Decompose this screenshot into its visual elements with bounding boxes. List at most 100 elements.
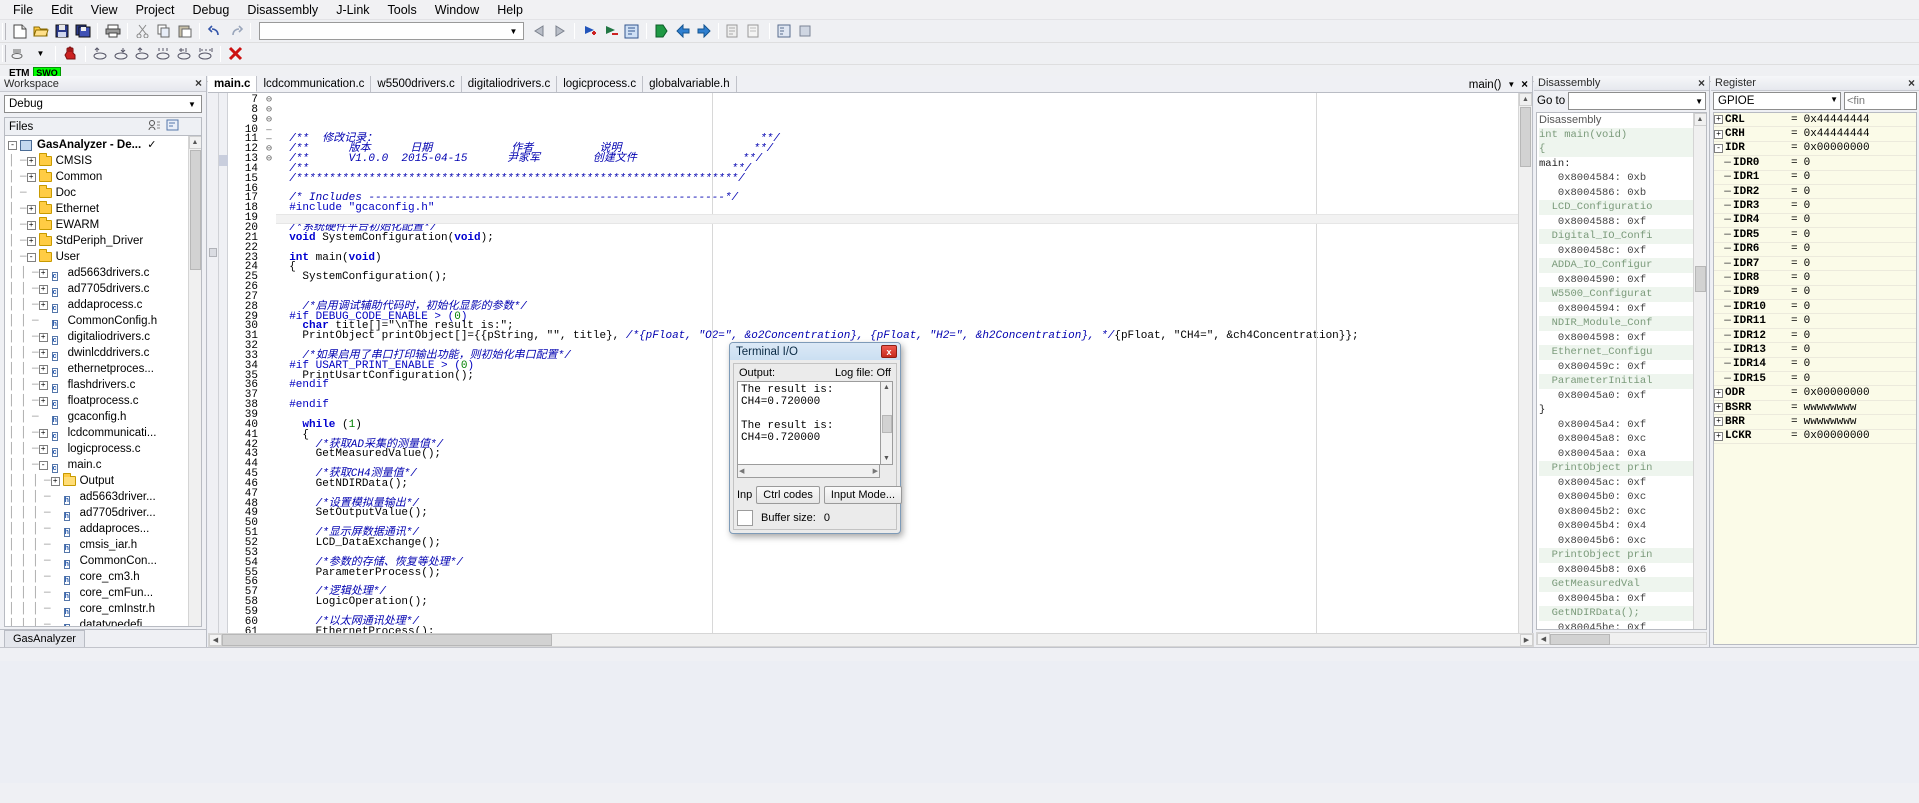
- scroll-up-icon[interactable]: ▲: [1693, 113, 1706, 126]
- save-all-icon[interactable]: [72, 21, 93, 41]
- menu-item-project[interactable]: Project: [127, 1, 184, 19]
- register-value[interactable]: 0: [1804, 243, 1811, 255]
- disassembly-row[interactable]: 0x80045a0: 0xf: [1539, 389, 1693, 404]
- save-icon[interactable]: [51, 21, 72, 41]
- scrollbar-thumb[interactable]: [1520, 107, 1531, 167]
- tree-collapse-icon[interactable]: -: [38, 460, 48, 470]
- bookmark-clear-icon[interactable]: [600, 21, 621, 41]
- go-forward-icon[interactable]: [693, 21, 714, 41]
- editor-tab-main-c[interactable]: main.c: [208, 76, 258, 92]
- tree-item[interactable]: │ │ │ — h ad7705driver...: [6, 505, 188, 521]
- project-tree[interactable]: - GasAnalyzer - De... ✓ │ — + CMSIS │ — + Comm…: [5, 136, 188, 626]
- editor-horizontal-scrollbar[interactable]: ◀ ▶: [208, 633, 1534, 647]
- reset-icon[interactable]: [9, 44, 30, 64]
- scroll-up-icon[interactable]: ▲: [1519, 93, 1532, 106]
- stop-hand-icon[interactable]: [60, 44, 81, 64]
- disassembly-vertical-scrollbar[interactable]: ▲: [1693, 113, 1706, 629]
- scroll-up-icon[interactable]: ▲: [881, 382, 892, 393]
- disassembly-row[interactable]: 0x80045aa: 0xa: [1539, 447, 1693, 462]
- tree-item[interactable]: │ │ — + c digitaliodrivers.c: [6, 329, 188, 345]
- build-column-icon[interactable]: [166, 119, 179, 134]
- tree-expand-icon[interactable]: +: [1714, 129, 1723, 139]
- disassembly-row[interactable]: 0x80045a8: 0xc: [1539, 432, 1693, 447]
- find-next-icon[interactable]: [549, 21, 570, 41]
- disassembly-row[interactable]: ParameterInitial: [1539, 374, 1693, 389]
- tree-item[interactable]: │ — + StdPeriph_Driver: [6, 233, 188, 249]
- chevron-down-icon[interactable]: ▼: [30, 44, 51, 64]
- open-folder-icon[interactable]: [30, 21, 51, 41]
- toolbar-grip[interactable]: [2, 45, 6, 62]
- disassembly-row[interactable]: W5500_Configurat: [1539, 287, 1693, 302]
- terminal-output-vscrollbar[interactable]: ▲ ▼: [880, 381, 893, 465]
- register-row[interactable]: — IDR15 = 0: [1714, 372, 1916, 387]
- menu-item-view[interactable]: View: [82, 1, 127, 19]
- menu-item-disassembly[interactable]: Disassembly: [238, 1, 327, 19]
- tree-item[interactable]: │ │ │ — h CommonCon...: [6, 553, 188, 569]
- editor-tab-w5500drivers-c[interactable]: w5500drivers.c: [371, 76, 462, 92]
- disassembly-row[interactable]: 0x80045b8: 0x6: [1539, 563, 1693, 578]
- register-value[interactable]: 0: [1804, 315, 1811, 327]
- terminal-input-field[interactable]: [737, 510, 753, 526]
- tree-item[interactable]: │ │ │ — hdatatypedefi...: [6, 617, 188, 626]
- editor-tab-logicprocess-c[interactable]: logicprocess.c: [557, 76, 644, 92]
- menu-item-file[interactable]: File: [4, 1, 42, 19]
- disassembly-row[interactable]: NDIR_Module_Conf: [1539, 316, 1693, 331]
- menu-item-window[interactable]: Window: [426, 1, 488, 19]
- input-mode-button[interactable]: Input Mode...: [823, 486, 903, 504]
- disassembly-row[interactable]: 0x80045b2: 0xc: [1539, 505, 1693, 520]
- tree-item[interactable]: │ — + Common: [6, 169, 188, 185]
- disassembly-row[interactable]: 0x800458c: 0xf: [1539, 244, 1693, 259]
- terminal-output-hscrollbar[interactable]: ◀ ▶: [737, 465, 880, 478]
- scrollbar-thumb[interactable]: [189, 150, 201, 270]
- disassembly-row[interactable]: PrintObject prin: [1539, 461, 1693, 476]
- disassembly-row[interactable]: 0x8004584: 0xb: [1539, 171, 1693, 186]
- register-row[interactable]: — IDR9 = 0: [1714, 286, 1916, 301]
- tree-item[interactable]: │ — - User: [6, 249, 188, 265]
- copy-icon[interactable]: [153, 21, 174, 41]
- register-row[interactable]: — IDR3 = 0: [1714, 199, 1916, 214]
- close-icon[interactable]: ×: [1698, 77, 1705, 89]
- tree-item[interactable]: │ │ — + c floatprocess.c: [6, 393, 188, 409]
- disassembly-row[interactable]: ADDA_IO_Configur: [1539, 258, 1693, 273]
- disassembly-row[interactable]: Ethernet_Configu: [1539, 345, 1693, 360]
- tree-expand-icon[interactable]: +: [26, 156, 36, 166]
- editor-tab-digitaliodrivers-c[interactable]: digitaliodrivers.c: [462, 76, 558, 92]
- debug-icon[interactable]: [774, 21, 795, 41]
- tree-item[interactable]: │ │ — + c dwinlcddrivers.c: [6, 345, 188, 361]
- go-icon[interactable]: [195, 44, 216, 64]
- scrollbar-thumb[interactable]: [222, 634, 552, 646]
- menu-item-j-link[interactable]: J-Link: [327, 1, 378, 19]
- register-row[interactable]: — IDR4 = 0: [1714, 214, 1916, 229]
- tree-expand-icon[interactable]: +: [50, 476, 60, 486]
- disassembly-row[interactable]: 0x800459c: 0xf: [1539, 360, 1693, 375]
- toolbar-grip[interactable]: [2, 22, 6, 40]
- scrollbar-thumb[interactable]: [1550, 633, 1610, 645]
- register-row[interactable]: — IDR6 = 0: [1714, 243, 1916, 257]
- tree-item[interactable]: │ │ — h gcaconfig.h: [6, 409, 188, 425]
- tree-expand-icon[interactable]: +: [38, 396, 48, 406]
- tree-expand-icon[interactable]: +: [1714, 388, 1723, 398]
- register-value[interactable]: 0: [1804, 358, 1811, 370]
- disassembly-row[interactable]: 0x8004590: 0xf: [1539, 273, 1693, 288]
- project-tree-scrollbar[interactable]: ▲: [188, 136, 201, 626]
- tree-expand-icon[interactable]: +: [1714, 115, 1723, 125]
- register-row[interactable]: — IDR13 = 0: [1714, 343, 1916, 358]
- step-over-icon[interactable]: [90, 44, 111, 64]
- terminal-io-title-bar[interactable]: Terminal I/O x: [730, 343, 900, 360]
- tree-expand-icon[interactable]: +: [38, 380, 48, 390]
- tree-expand-icon[interactable]: +: [38, 268, 48, 278]
- breakpoint-gutter[interactable]: [219, 93, 228, 647]
- register-row[interactable]: + CRL = 0x44444444: [1714, 113, 1916, 128]
- disassembly-row[interactable]: }: [1539, 403, 1693, 418]
- stop-debug-icon[interactable]: [795, 21, 816, 41]
- make-column-icon[interactable]: [148, 119, 161, 134]
- tree-item[interactable]: │ │ — + c ethernetproces...: [6, 361, 188, 377]
- tree-item[interactable]: - GasAnalyzer - De... ✓: [6, 137, 188, 153]
- register-row[interactable]: + BSRR = wwwwwwww: [1714, 401, 1916, 416]
- register-find-input[interactable]: <fin: [1844, 92, 1917, 110]
- register-row[interactable]: + LCKR = 0x00000000: [1714, 430, 1916, 444]
- build-all-icon[interactable]: [744, 21, 765, 41]
- goto-input[interactable]: ▼: [1568, 92, 1706, 110]
- scroll-left-icon[interactable]: ◀: [209, 634, 222, 646]
- disassembly-row[interactable]: LCD_Configuratio: [1539, 200, 1693, 215]
